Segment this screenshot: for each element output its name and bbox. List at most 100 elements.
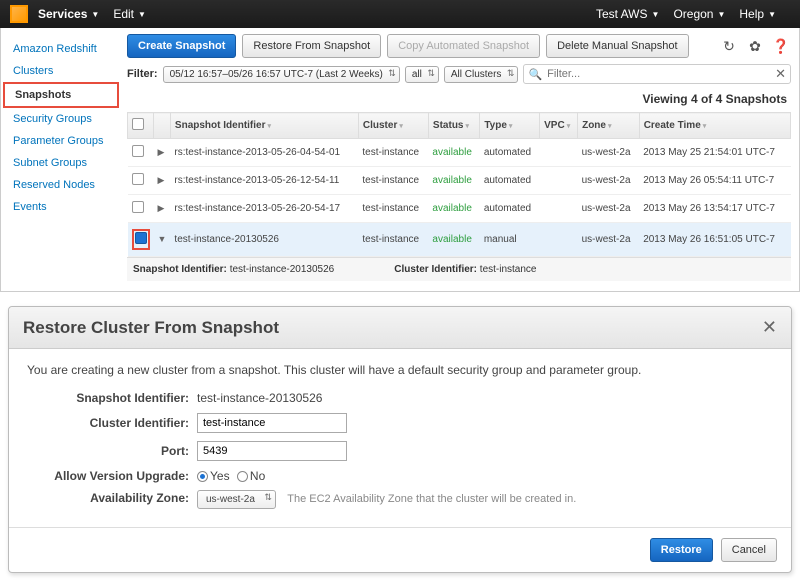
cell-status: available [428,195,479,223]
cell-zone: us-west-2a [578,195,640,223]
az-label: Availability Zone: [27,491,197,505]
sidebar-item-reserved-nodes[interactable]: Reserved Nodes [9,174,119,196]
cell-snapshot-id: rs:test-instance-2013-05-26-20-54-17 [170,195,358,223]
create-snapshot-button[interactable]: Create Snapshot [127,34,236,58]
cell-create-time: 2013 May 26 16:51:05 UTC-7 [639,223,790,257]
region-menu[interactable]: Oregon▼ [673,7,725,21]
help-icon[interactable]: ❓ [771,36,791,56]
upgrade-yes-radio[interactable] [197,471,208,482]
settings-gear-icon[interactable]: ✿ [745,36,765,56]
expand-icon[interactable]: ▶ [158,203,165,213]
snapshot-id-value: test-instance-20130526 [197,391,773,405]
sidebar-item-events[interactable]: Events [9,196,119,218]
help-menu[interactable]: Help▼ [739,7,776,21]
upgrade-no-radio[interactable] [237,471,248,482]
col-snapshot-id[interactable]: Snapshot Identifier▾ [170,113,358,139]
row-checkbox[interactable] [132,145,144,157]
port-input[interactable] [197,441,347,461]
filter-label: Filter: [127,68,158,80]
cell-type: automated [480,195,540,223]
cell-snapshot-id: rs:test-instance-2013-05-26-04-54-01 [170,139,358,167]
restore-from-snapshot-button[interactable]: Restore From Snapshot [242,34,381,58]
cancel-button[interactable]: Cancel [721,538,777,562]
az-select[interactable]: us-west-2a [197,490,276,509]
row-checkbox[interactable] [132,201,144,213]
col-status[interactable]: Status▾ [428,113,479,139]
cell-create-time: 2013 May 26 05:54:11 UTC-7 [639,167,790,195]
expand-icon[interactable]: ▶ [158,147,165,157]
aws-logo-icon [10,5,28,23]
modal-description: You are creating a new cluster from a sn… [27,363,773,377]
sidebar-item-redshift[interactable]: Amazon Redshift [9,38,119,60]
modal-title: Restore Cluster From Snapshot [23,318,762,338]
cell-status: available [428,139,479,167]
cell-zone: us-west-2a [578,139,640,167]
edit-menu[interactable]: Edit▼ [113,7,146,21]
cell-snapshot-id: rs:test-instance-2013-05-26-12-54-11 [170,167,358,195]
refresh-icon[interactable]: ↻ [719,36,739,56]
search-input[interactable] [545,66,775,82]
col-type[interactable]: Type▾ [480,113,540,139]
type-filter-select[interactable]: all [405,66,439,83]
sidebar-item-parameter-groups[interactable]: Parameter Groups [9,130,119,152]
filter-bar: Filter: 05/12 16:57–05/26 16:57 UTC-7 (L… [127,64,791,84]
cell-vpc [540,223,578,257]
table-row[interactable]: ▶ rs:test-instance-2013-05-26-12-54-11tes… [128,167,791,195]
sidebar-item-clusters[interactable]: Clusters [9,60,119,82]
snapshot-id-label: Snapshot Identifier: [27,391,197,405]
cell-type: automated [480,139,540,167]
restore-button[interactable]: Restore [650,538,713,562]
cell-create-time: 2013 May 26 13:54:17 UTC-7 [639,195,790,223]
row-checkbox[interactable] [135,232,147,244]
table-row[interactable]: ▶ rs:test-instance-2013-05-26-20-54-17tes… [128,195,791,223]
col-vpc[interactable]: VPC▾ [540,113,578,139]
detail-panel: Snapshot Identifier: test-instance-20130… [127,257,791,281]
expand-icon[interactable]: ▼ [158,234,167,244]
delete-manual-snapshot-button[interactable]: Delete Manual Snapshot [546,34,688,58]
cell-snapshot-id: test-instance-20130526 [170,223,358,257]
cell-cluster: test-instance [358,139,428,167]
cluster-id-input[interactable] [197,413,347,433]
expand-icon[interactable]: ▶ [158,175,165,185]
col-create-time[interactable]: Create Time▾ [639,113,790,139]
cell-zone: us-west-2a [578,223,640,257]
row-checkbox[interactable] [132,173,144,185]
sidebar-item-subnet-groups[interactable]: Subnet Groups [9,152,119,174]
search-icon: 🔍 [528,68,542,81]
cell-cluster: test-instance [358,195,428,223]
restore-modal: Restore Cluster From Snapshot ✕ You are … [8,306,792,573]
cluster-id-label: Cluster Identifier: [27,416,197,430]
cell-vpc [540,195,578,223]
search-box[interactable]: 🔍 ✕ [523,64,791,84]
cell-status: available [428,223,479,257]
sidebar: Amazon Redshift Clusters Snapshots Secur… [1,28,119,291]
time-range-select[interactable]: 05/12 16:57–05/26 16:57 UTC-7 (Last 2 We… [163,66,400,83]
sidebar-item-security-groups[interactable]: Security Groups [9,108,119,130]
copy-automated-snapshot-button[interactable]: Copy Automated Snapshot [387,34,540,58]
port-label: Port: [27,444,197,458]
action-toolbar: Create Snapshot Restore From Snapshot Co… [127,34,791,58]
cell-cluster: test-instance [358,167,428,195]
az-hint: The EC2 Availability Zone that the clust… [287,493,576,505]
cell-create-time: 2013 May 25 21:54:01 UTC-7 [639,139,790,167]
services-menu[interactable]: Services▼ [38,7,99,21]
viewing-count: Viewing 4 of 4 Snapshots [127,88,791,112]
cluster-filter-select[interactable]: All Clusters [444,66,519,83]
close-icon[interactable]: ✕ [762,317,777,338]
top-nav: Services▼ Edit▼ Test AWS▼ Oregon▼ Help▼ [0,0,800,28]
col-zone[interactable]: Zone▾ [578,113,640,139]
cell-zone: us-west-2a [578,167,640,195]
table-row[interactable]: ▶ rs:test-instance-2013-05-26-04-54-01tes… [128,139,791,167]
select-all-checkbox[interactable] [132,118,144,130]
version-upgrade-label: Allow Version Upgrade: [27,469,197,483]
cell-vpc [540,167,578,195]
account-menu[interactable]: Test AWS▼ [596,7,660,21]
cell-type: manual [480,223,540,257]
clear-icon[interactable]: ✕ [775,66,786,82]
table-row[interactable]: ▼test-instance-20130526test-instanceavai… [128,223,791,257]
cell-cluster: test-instance [358,223,428,257]
snapshots-table: Snapshot Identifier▾ Cluster▾ Status▾ Ty… [127,112,791,257]
sidebar-item-snapshots[interactable]: Snapshots [3,82,119,108]
cell-status: available [428,167,479,195]
col-cluster[interactable]: Cluster▾ [358,113,428,139]
